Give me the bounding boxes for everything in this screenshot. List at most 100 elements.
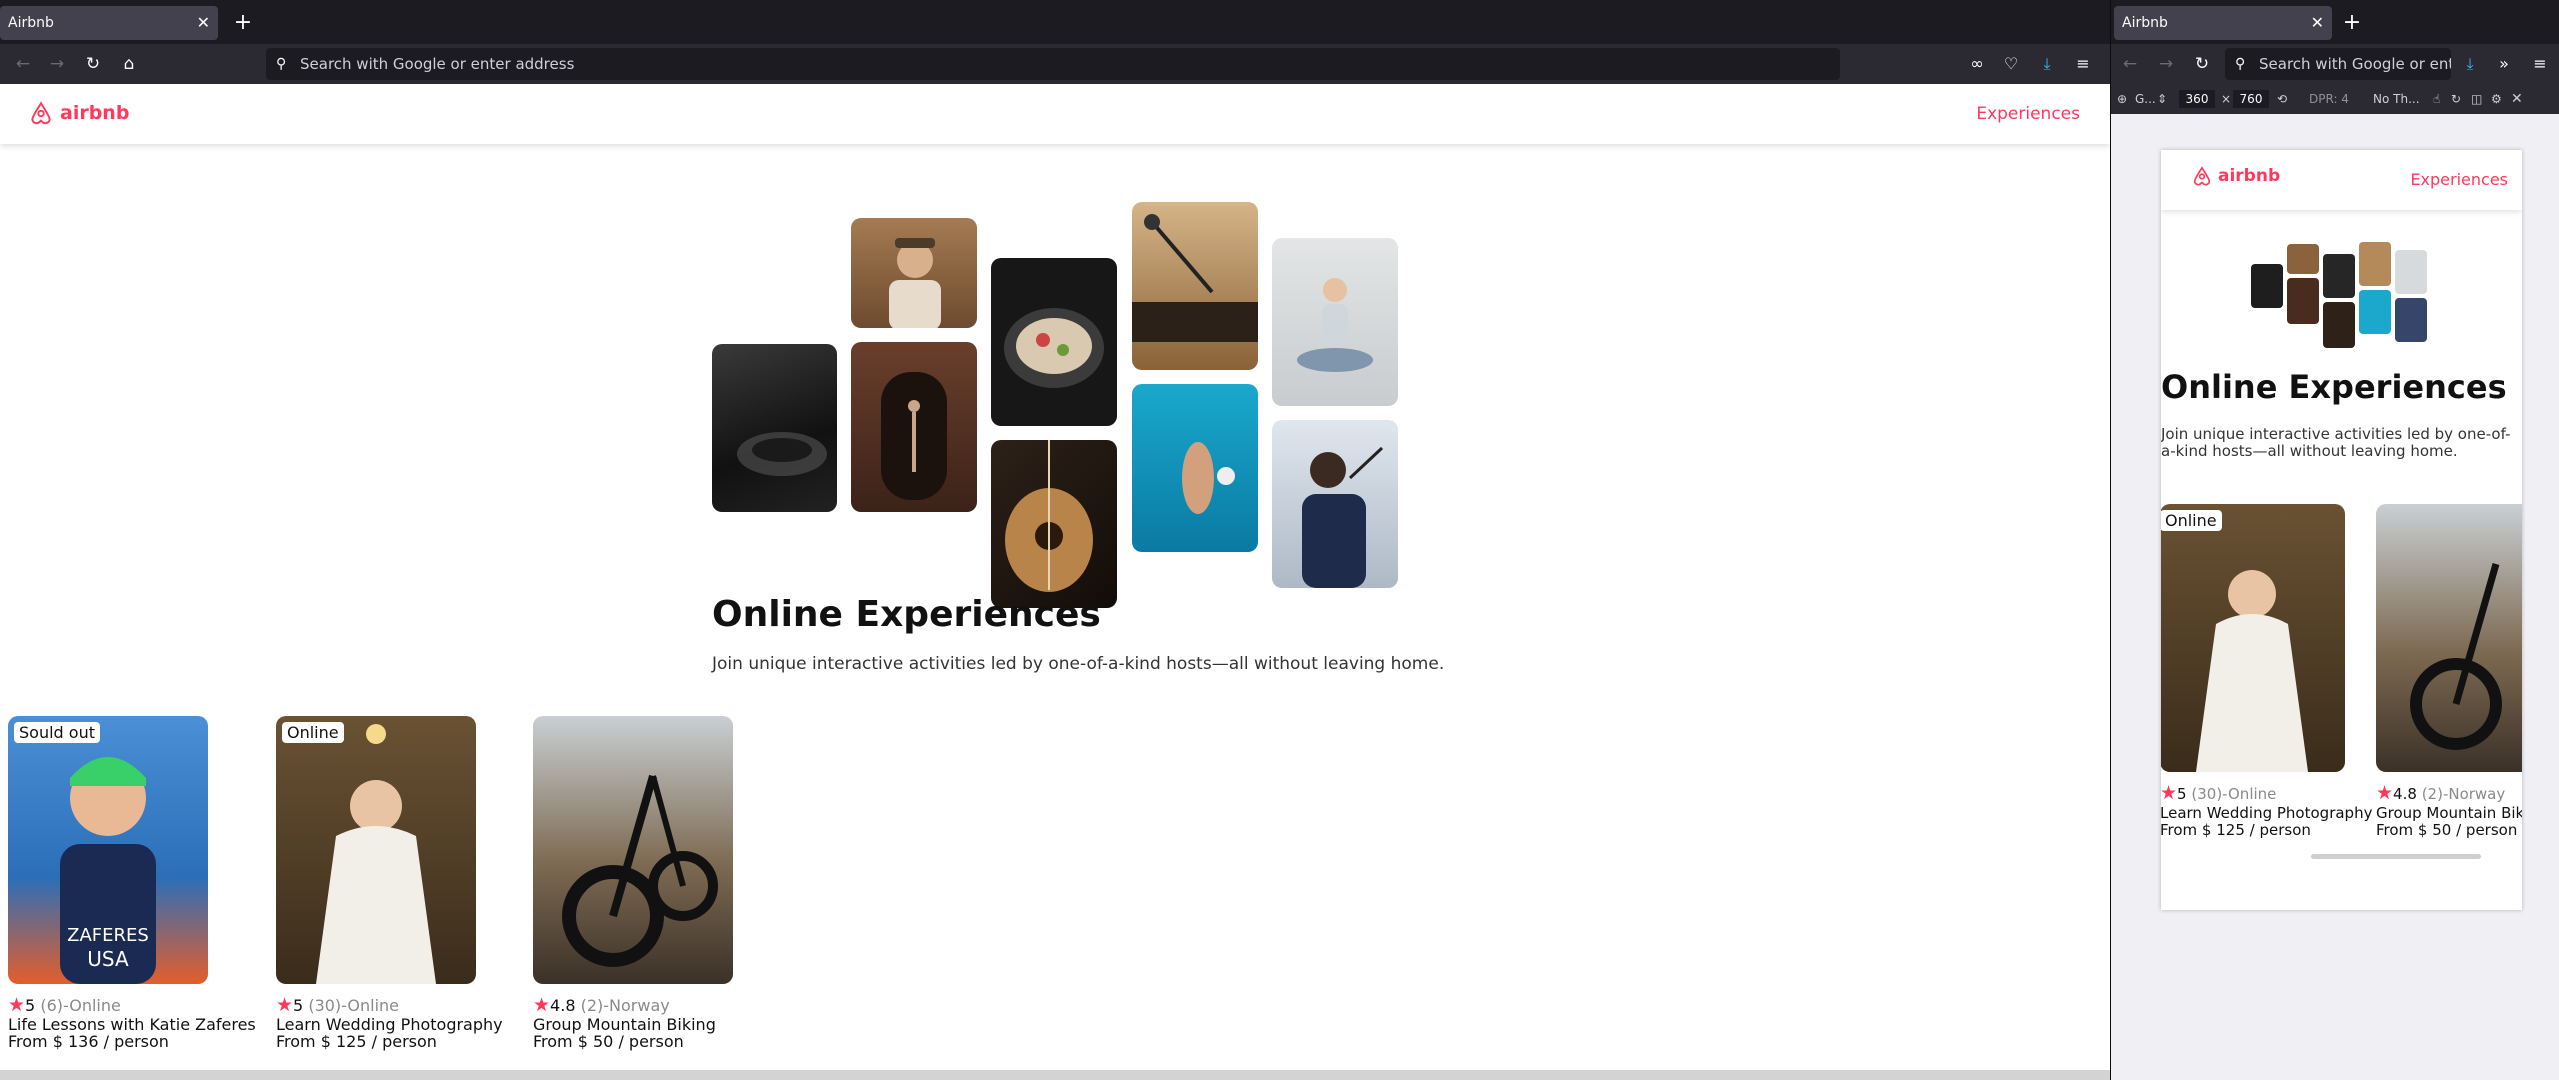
- review-count: (2): [2421, 785, 2443, 803]
- review-count: (2): [580, 996, 604, 1015]
- experiences-nav-link[interactable]: Experiences: [1976, 104, 2080, 124]
- experience-card[interactable]: ZAFERES USA Sould out ★5 (6)-Online Life…: [8, 716, 256, 1050]
- menu-icon[interactable]: ≡: [2068, 49, 2098, 79]
- review-count: (30): [308, 996, 342, 1015]
- close-tab-icon[interactable]: ✕: [197, 6, 210, 40]
- card-price: From $ 125 / person: [2161, 821, 2311, 839]
- experience-card[interactable]: ★4.8 (2)-Norway Group Mountain Biking Fr…: [2376, 504, 2522, 838]
- review-count: (6): [40, 996, 63, 1015]
- tab-airbnb[interactable]: Airbnb ✕: [2114, 6, 2332, 40]
- status-badge: Online: [2161, 510, 2222, 531]
- card-location: -Online: [341, 996, 399, 1015]
- pocket-icon[interactable]: ♡: [1996, 49, 2026, 79]
- airbnb-logo-icon: [2193, 166, 2211, 186]
- search-icon: ⚲: [276, 56, 287, 72]
- url-placeholder: Search with Google or enter address: [300, 55, 575, 73]
- url-bar[interactable]: ⚲ Search with Google or ente: [2225, 48, 2451, 80]
- browser-window-responsive: Airbnb ✕ + ← → ↻ ⚲ Search with Google or…: [2110, 0, 2559, 1080]
- search-icon: ⚲: [2235, 56, 2246, 72]
- new-tab-button[interactable]: +: [226, 6, 260, 40]
- chevron-down-icon: ⇕: [2157, 92, 2168, 106]
- star-icon: ★: [2376, 782, 2394, 804]
- throttle-selector[interactable]: No Th...: [2373, 91, 2420, 107]
- back-arrow-icon[interactable]: ←: [8, 49, 38, 79]
- card-price: From $ 50 / person: [2376, 821, 2518, 839]
- device-selector[interactable]: G...: [2135, 91, 2156, 107]
- url-placeholder: Search with Google or ente: [2259, 55, 2451, 73]
- settings-gear-icon[interactable]: ⚙: [2491, 91, 2502, 107]
- food-bowl-photo: [991, 258, 1117, 426]
- page-subtitle: Join unique interactive activities led b…: [712, 654, 1445, 674]
- hero-photo-mosaic: [712, 174, 1398, 608]
- experiences-nav-link[interactable]: Experiences: [2410, 170, 2508, 189]
- horizontal-scrollbar[interactable]: [0, 1070, 2110, 1080]
- downloads-icon[interactable]: ⤓: [2032, 49, 2062, 79]
- device-viewport: airbnb Experiences Online Experiences Jo…: [2161, 150, 2522, 910]
- shirt-text-line2: USA: [87, 947, 129, 971]
- microphone-piano-photo: [1132, 202, 1258, 370]
- tab-airbnb[interactable]: Airbnb ✕: [0, 6, 218, 40]
- reload-icon[interactable]: ↻: [78, 49, 108, 79]
- card-location: -Online: [63, 996, 121, 1015]
- reload-icon[interactable]: ↻: [2187, 49, 2217, 79]
- dpr-selector[interactable]: DPR: 4: [2309, 91, 2349, 107]
- swimmer-photo: [1132, 384, 1258, 552]
- card-photo: [533, 716, 733, 984]
- rotate-icon[interactable]: ⟲: [2277, 91, 2287, 107]
- page-viewport: airbnb Experiences Online Experiences Jo…: [0, 84, 2110, 1080]
- site-header: airbnb Experiences: [2161, 150, 2522, 210]
- hero-photo-mosaic: [2251, 242, 2441, 352]
- experience-card[interactable]: Online ★5 (30)-Online Learn Wedding Phot…: [2161, 504, 2373, 839]
- star-icon: ★: [2161, 782, 2178, 804]
- close-tab-icon[interactable]: ✕: [2311, 6, 2324, 40]
- experience-card[interactable]: ★4.8 (2)-Norway Group Mountain Biking Fr…: [533, 716, 733, 1050]
- globe-icon: ⊕: [2117, 92, 2128, 106]
- back-arrow-icon[interactable]: ←: [2115, 49, 2145, 79]
- card-price: From $ 125 / person: [276, 1032, 437, 1051]
- viewport-width-input[interactable]: 360: [2179, 90, 2215, 108]
- forward-arrow-icon[interactable]: →: [42, 49, 72, 79]
- review-count: (30): [2191, 785, 2223, 803]
- user-agent-icon[interactable]: ↻: [2451, 91, 2461, 107]
- card-title: Group Mountain Biking: [2376, 804, 2522, 822]
- card-rating: ★5 (6)-Online: [8, 994, 208, 1016]
- page-title: Online Experiences: [712, 594, 1101, 635]
- tab-strip: Airbnb ✕ +: [2111, 0, 2559, 44]
- card-photo: [2376, 504, 2522, 772]
- yoga-photo: [1272, 238, 1398, 406]
- menu-icon[interactable]: ≡: [2525, 49, 2555, 79]
- navigation-toolbar: ← → ↻ ⚲ Search with Google or ente ⤓ » ≡: [2111, 44, 2559, 84]
- shirt-text-line1: ZAFERES: [67, 925, 149, 946]
- touch-icon[interactable]: ☝: [2433, 91, 2440, 107]
- experience-card[interactable]: Online ★5 (30)-Online Learn Wedding Phot…: [276, 716, 503, 1051]
- site-header: airbnb Experiences: [0, 84, 2110, 144]
- card-photo: Online: [2161, 504, 2345, 772]
- navigation-toolbar: ← → ↻ ⌂ ⚲ Search with Google or enter ad…: [0, 44, 2110, 84]
- dimension-separator: ×: [2221, 92, 2232, 106]
- card-title: Learn Wedding Photography: [2161, 804, 2373, 822]
- rating-value: 5: [293, 996, 304, 1015]
- forward-arrow-icon[interactable]: →: [2151, 49, 2181, 79]
- private-mask-icon[interactable]: ∞: [1962, 49, 1992, 79]
- logo-text: airbnb: [2218, 166, 2281, 186]
- tab-title: Airbnb: [2122, 15, 2168, 31]
- page-subtitle: Join unique interactive activities led b…: [2161, 425, 2511, 460]
- star-icon: ★: [8, 994, 26, 1016]
- new-tab-button[interactable]: +: [2335, 6, 2369, 40]
- overflow-chevron-icon[interactable]: »: [2489, 49, 2519, 79]
- card-rating: ★4.8 (2)-Norway: [533, 994, 733, 1016]
- rating-value: 4.8: [2393, 785, 2417, 803]
- airbnb-logo[interactable]: airbnb: [2191, 165, 2280, 187]
- viewport-height-input[interactable]: 760: [2233, 90, 2269, 108]
- card-location: -Norway: [2442, 785, 2506, 803]
- rating-value: 5: [25, 996, 36, 1015]
- airbnb-logo[interactable]: airbnb: [28, 98, 129, 128]
- home-icon[interactable]: ⌂: [114, 49, 144, 79]
- screenshot-icon[interactable]: ◫: [2471, 91, 2482, 107]
- tab-strip: Airbnb ✕ +: [0, 0, 2110, 44]
- singer-photo: [1272, 420, 1398, 588]
- carousel-scrollbar[interactable]: [2311, 854, 2481, 859]
- downloads-icon[interactable]: ⤓: [2455, 49, 2485, 79]
- close-rdm-icon[interactable]: ✕: [2511, 91, 2523, 107]
- url-bar[interactable]: ⚲ Search with Google or enter address: [266, 48, 1840, 80]
